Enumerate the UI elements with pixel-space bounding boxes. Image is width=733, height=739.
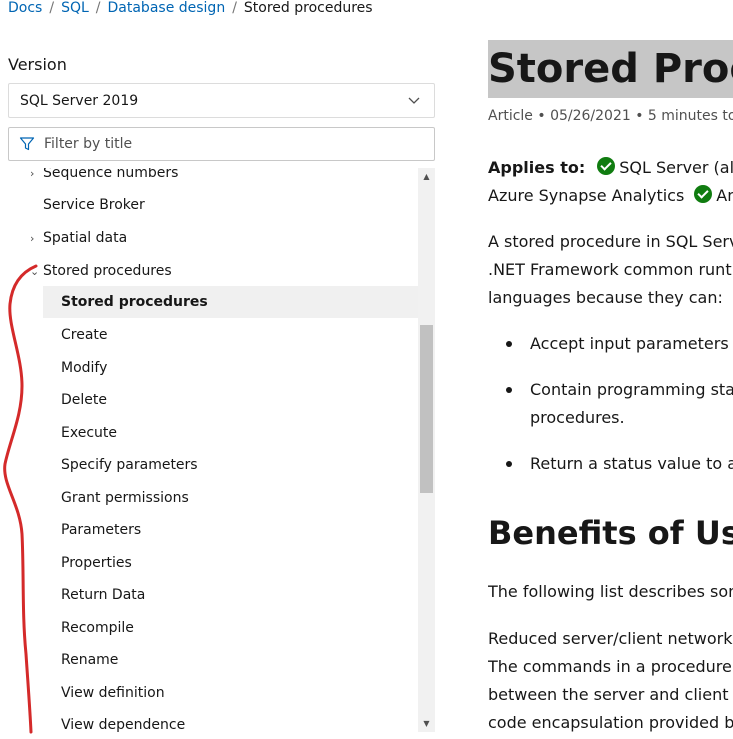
toc-item-sequence-numbers[interactable]: › Sequence numbers <box>0 168 418 189</box>
toc-item-label: Create <box>61 327 108 343</box>
toc-item-delete[interactable]: Delete <box>0 384 418 416</box>
toc-item-label: Properties <box>61 555 132 571</box>
toc-item-label: Spatial data <box>43 230 128 246</box>
chevron-right-icon: › <box>30 168 35 180</box>
version-select-value: SQL Server 2019 <box>20 92 139 109</box>
toc-item-label: Modify <box>61 360 108 376</box>
article: Stored Proce Article • 05/26/2021 • 5 mi… <box>488 0 733 739</box>
toc-item-create[interactable]: Create <box>0 319 418 351</box>
toc-item-label: Rename <box>61 652 119 668</box>
scroll-down-arrow-icon[interactable]: ▼ <box>418 715 435 732</box>
applies-to-line-2: Azure Synapse Analytics An <box>488 182 733 210</box>
breadcrumb-docs[interactable]: Docs <box>8 0 42 16</box>
toc-item-label: Execute <box>61 425 117 441</box>
toc-item-view-dependence[interactable]: View dependence <box>0 709 418 732</box>
version-label: Version <box>8 55 67 74</box>
breadcrumb-separator: / <box>232 0 237 16</box>
toc-item-spatial-data[interactable]: › Spatial data <box>0 222 418 254</box>
paragraph-line: between the server and client b <box>488 685 733 704</box>
list-item: Accept input parameters a <box>530 334 733 353</box>
applies-to-sql-server: SQL Server (all s <box>619 158 733 177</box>
toc-item-view-definition[interactable]: View definition <box>0 677 418 709</box>
toc-item-label: Parameters <box>61 522 142 538</box>
toc-item-stored-procedures[interactable]: Stored procedures <box>43 286 418 318</box>
paragraph-line: Reduced server/client network t <box>488 629 733 648</box>
breadcrumb-sql[interactable]: SQL <box>61 0 89 16</box>
toc-item-label: View dependence <box>61 717 186 732</box>
toc-item-rename[interactable]: Rename <box>0 644 418 676</box>
breadcrumb-current: Stored procedures <box>243 0 373 16</box>
check-icon <box>597 157 616 175</box>
breadcrumb: Docs / SQL / Database design / Stored pr… <box>8 0 373 18</box>
intro-line: languages because they can: <box>488 288 723 307</box>
paragraph-line: code encapsulation provided by <box>488 713 733 732</box>
breadcrumb-separator: / <box>49 0 55 16</box>
chevron-right-icon: › <box>30 231 35 245</box>
chevron-down-icon: ⌄ <box>30 264 40 278</box>
toc-item-label: Delete <box>61 392 107 408</box>
toc-tree: › Sequence numbers Service Broker › Spat… <box>0 168 418 732</box>
filter-input[interactable] <box>44 136 404 152</box>
list-bullet <box>506 341 512 347</box>
applies-to-other: An <box>716 186 733 205</box>
toc-item-stored-procedures-group[interactable]: ⌄ Stored procedures <box>0 255 418 287</box>
check-icon <box>694 185 713 203</box>
list-bullet <box>506 387 512 393</box>
breadcrumb-separator: / <box>95 0 101 16</box>
list-bullet <box>506 461 512 467</box>
toc-item-label: Service Broker <box>43 197 145 213</box>
intro-line: A stored procedure in SQL Serv <box>488 232 733 251</box>
scroll-up-arrow-icon[interactable]: ▲ <box>418 168 435 185</box>
toc-item-specify-parameters[interactable]: Specify parameters <box>0 449 418 481</box>
toc-item-properties[interactable]: Properties <box>0 547 418 579</box>
toc-item-label: Specify parameters <box>61 457 198 473</box>
toc-scrollbar[interactable]: ▲ ▼ <box>418 168 435 732</box>
intro-line: .NET Framework common runtir <box>488 260 733 279</box>
toc-item-execute[interactable]: Execute <box>0 417 418 449</box>
toc-item-grant-permissions[interactable]: Grant permissions <box>0 482 418 514</box>
applies-to-synapse: Azure Synapse Analytics <box>488 186 685 205</box>
list-item: Contain programming stat <box>530 380 733 399</box>
toc-item-label: Recompile <box>61 620 134 636</box>
scroll-thumb[interactable] <box>420 325 433 493</box>
page-title: Stored Proce <box>488 40 733 98</box>
toc-item-label: Grant permissions <box>61 490 189 506</box>
toc-item-label: Stored procedures <box>43 263 172 279</box>
filter-box <box>8 127 435 161</box>
toc-item-label: Stored procedures <box>61 294 208 310</box>
applies-to-label: Applies to: <box>488 158 586 177</box>
toc-item-modify[interactable]: Modify <box>0 352 418 384</box>
section-heading: Benefits of Usi <box>488 514 733 552</box>
toc-item-recompile[interactable]: Recompile <box>0 612 418 644</box>
toc-item-parameters[interactable]: Parameters <box>0 514 418 546</box>
paragraph-line: The commands in a procedure a <box>488 657 733 676</box>
toc-item-label: Return Data <box>61 587 146 603</box>
breadcrumb-database-design[interactable]: Database design <box>108 0 226 16</box>
toc-item-label: Sequence numbers <box>43 168 179 181</box>
article-meta: Article • 05/26/2021 • 5 minutes to <box>488 108 733 124</box>
toc-item-service-broker[interactable]: Service Broker <box>0 189 418 221</box>
version-select[interactable]: SQL Server 2019 <box>8 83 435 118</box>
applies-to-line-1: Applies to: SQL Server (all s <box>488 154 733 182</box>
list-item-continued: procedures. <box>530 408 625 427</box>
toc-item-return-data[interactable]: Return Data <box>0 579 418 611</box>
toc-item-label: View definition <box>61 685 165 701</box>
list-item: Return a status value to a c <box>530 454 733 473</box>
filter-icon <box>19 137 35 151</box>
paragraph: The following list describes som <box>488 582 733 601</box>
chevron-down-icon <box>408 97 420 104</box>
